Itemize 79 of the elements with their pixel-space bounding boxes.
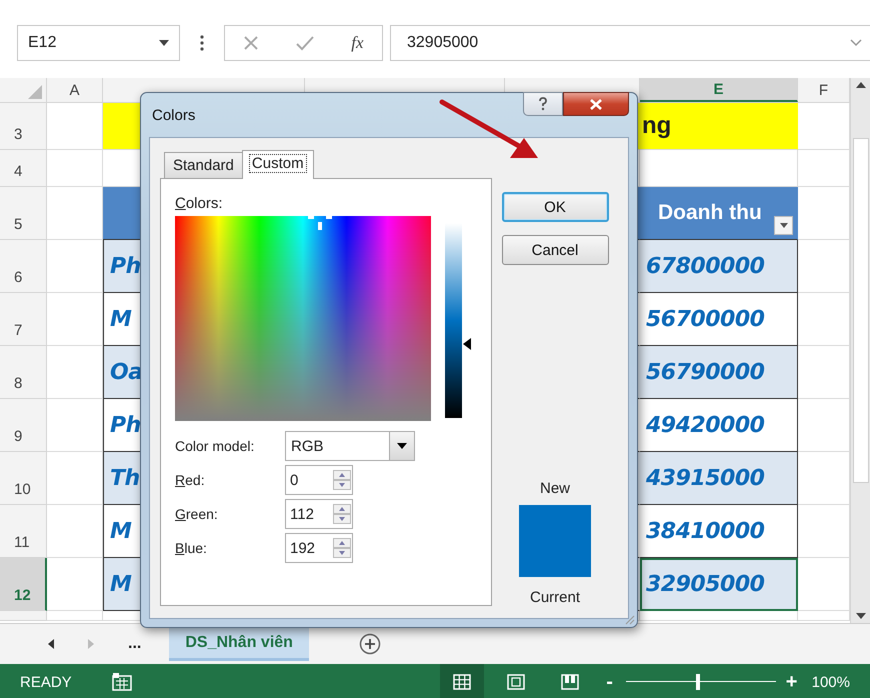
spin-down-icon[interactable] <box>333 548 351 558</box>
channel-spinbox[interactable]: 0 <box>285 465 353 495</box>
table-cell: 32905000 <box>640 558 798 611</box>
add-sheet-icon[interactable] <box>358 633 381 655</box>
view-button[interactable] <box>440 664 484 698</box>
color-model-label: Color model: <box>175 438 256 454</box>
zoom-out-button[interactable]: - <box>602 670 618 694</box>
more-sheets[interactable]: ... <box>128 635 142 653</box>
column-header[interactable]: A <box>47 78 103 102</box>
channel-label: Blue: <box>175 540 208 556</box>
column-header[interactable]: E <box>640 78 798 102</box>
row-header[interactable]: 6 <box>0 240 47 293</box>
caret-icon <box>159 40 169 46</box>
row-header[interactable]: 4 <box>0 150 47 187</box>
spin-down-icon[interactable] <box>333 480 351 490</box>
channel-spinbox[interactable]: 112 <box>285 499 353 529</box>
spin-up-icon[interactable] <box>333 538 351 548</box>
luminance-thumb[interactable] <box>463 338 471 350</box>
dialog-button[interactable]: OK <box>502 192 608 222</box>
spin-up-icon[interactable] <box>333 504 351 514</box>
help-button[interactable] <box>523 92 563 116</box>
grid-icon <box>452 674 471 690</box>
row-header[interactable]: 11 <box>0 505 47 558</box>
new-color-label: New <box>540 480 570 497</box>
scroll-thumb[interactable] <box>852 138 868 483</box>
row-header[interactable]: 9 <box>0 399 47 452</box>
caret-icon <box>397 443 407 449</box>
table-cell: 56700000 <box>640 293 798 346</box>
more-icon[interactable] <box>200 35 204 51</box>
filter-button[interactable] <box>774 216 793 235</box>
vertical-scrollbar[interactable] <box>850 78 870 623</box>
zoom-thumb[interactable] <box>696 674 700 690</box>
row-header[interactable]: 7 <box>0 293 47 346</box>
table-cell: 56790000 <box>640 346 798 399</box>
caret-icon <box>780 223 788 228</box>
sheet-tab[interactable]: DS_Nhân viên <box>169 628 309 660</box>
color-spectrum[interactable] <box>175 216 431 421</box>
scroll-down-icon[interactable] <box>856 613 866 619</box>
scroll-up-icon[interactable] <box>856 82 866 88</box>
insert-function-button[interactable]: fx <box>351 33 364 53</box>
colors-label: Colors: <box>175 195 224 212</box>
page-break-icon <box>560 674 579 690</box>
table-cell: 67800000 <box>640 240 798 293</box>
previous-sheet-icon[interactable] <box>48 639 54 649</box>
channel-spinbox[interactable]: 192 <box>285 533 353 563</box>
name-box[interactable]: E12 <box>17 25 180 61</box>
formula-field[interactable]: 32905000 <box>390 25 870 61</box>
channel-label: Red: <box>175 472 206 488</box>
dialog-tab[interactable]: Standard <box>164 152 243 178</box>
help-icon <box>538 97 548 111</box>
macro-record-icon[interactable] <box>112 673 132 691</box>
dialog-title: Colors <box>151 106 196 124</box>
close-icon <box>590 98 602 110</box>
row-header[interactable]: 10 <box>0 452 47 505</box>
column-title: Doanh thu <box>657 201 762 225</box>
triangle-icon <box>28 85 42 99</box>
resize-grip-icon[interactable] <box>625 615 635 625</box>
check-icon[interactable] <box>296 35 314 51</box>
spin-down-icon[interactable] <box>333 514 351 524</box>
table-cell: 43915000 <box>640 452 798 505</box>
dialog-tab[interactable]: Custom <box>242 150 314 179</box>
dialog-button[interactable]: Cancel <box>502 235 608 265</box>
spin-up-icon[interactable] <box>333 470 351 480</box>
expand-icon[interactable] <box>850 39 862 47</box>
status-mode: READY <box>20 674 72 690</box>
channel-label: Green: <box>175 506 219 522</box>
color-model-select[interactable]: RGB <box>285 431 415 461</box>
row-header[interactable]: 12 <box>0 558 47 611</box>
current-color-label: Current <box>530 589 580 606</box>
close-button[interactable] <box>563 92 629 116</box>
zoom-in-button[interactable]: + <box>784 670 800 694</box>
page-icon <box>506 674 525 690</box>
row-header[interactable]: 8 <box>0 346 47 399</box>
table-cell: 49420000 <box>640 399 798 452</box>
row-header[interactable]: 5 <box>0 187 47 240</box>
table-cell: 38410000 <box>640 505 798 558</box>
row-header[interactable]: 3 <box>0 103 47 150</box>
zoom-level[interactable]: 100% <box>812 674 850 690</box>
title-cell: ng <box>640 103 798 150</box>
